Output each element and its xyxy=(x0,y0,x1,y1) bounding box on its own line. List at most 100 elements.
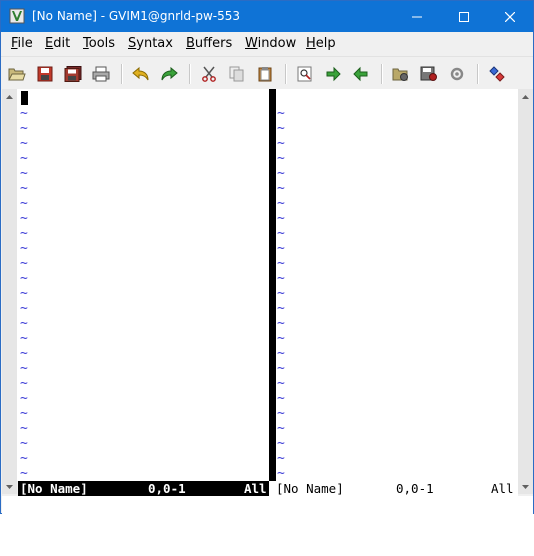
save-all-icon xyxy=(64,66,82,82)
menu-syntax[interactable]: Syntax xyxy=(128,36,173,52)
copy-button[interactable] xyxy=(227,64,247,84)
menu-bar: File Edit Tools Syntax Buffers Window He… xyxy=(1,32,533,56)
toolbar-separator xyxy=(381,64,383,84)
empty-line-tilde: ~ xyxy=(20,436,28,451)
save-all-button[interactable] xyxy=(63,64,83,84)
empty-line-tilde: ~ xyxy=(277,211,285,226)
empty-line-tilde: ~ xyxy=(277,376,285,391)
menu-help[interactable]: Help xyxy=(306,36,336,52)
menu-edit[interactable]: Edit xyxy=(45,36,70,52)
right-status-line[interactable]: [No Name] 0,0-1 All xyxy=(269,481,518,496)
left-editor-pane[interactable]: ~ ~ ~ ~ ~ ~ ~ ~ ~ ~ ~ ~ ~ ~ ~ ~ ~ ~ ~ ~ ~ ~ ~ ~ ~ xyxy=(17,89,269,481)
gvim-window: [No Name] - GVIM1@gnrld-pw-553 File Edit… xyxy=(0,0,534,514)
right-editor-pane[interactable]: ~ ~ ~ ~ ~ ~ ~ ~ ~ ~ ~ ~ ~ ~ ~ ~ ~ ~ ~ ~ ~ ~ ~ ~ ~ xyxy=(276,89,518,481)
copy-icon xyxy=(229,66,244,82)
paste-button[interactable] xyxy=(255,64,275,84)
gvim-icon xyxy=(9,8,25,24)
toolbar xyxy=(1,56,533,90)
find-previous-button[interactable] xyxy=(351,64,371,84)
open-button[interactable] xyxy=(7,64,27,84)
menu-buffers[interactable]: Buffers xyxy=(186,36,232,52)
minimize-button[interactable] xyxy=(394,1,440,32)
print-button[interactable] xyxy=(91,64,111,84)
load-session-button[interactable] xyxy=(391,64,411,84)
find-replace-icon xyxy=(297,66,312,82)
empty-line-tilde: ~ xyxy=(277,466,285,481)
empty-line-tilde: ~ xyxy=(277,256,285,271)
right-status-filename: [No Name] xyxy=(276,481,344,496)
make-icon xyxy=(489,66,505,82)
load-session-icon xyxy=(392,68,408,81)
left-status-position: 0,0-1 xyxy=(148,481,186,496)
print-icon xyxy=(92,66,110,82)
empty-line-tilde: ~ xyxy=(20,106,28,121)
empty-line-tilde: ~ xyxy=(20,391,28,406)
empty-line-tilde: ~ xyxy=(20,286,28,301)
empty-line-tilde: ~ xyxy=(277,361,285,376)
find-previous-icon xyxy=(353,66,368,82)
empty-line-tilde: ~ xyxy=(20,376,28,391)
empty-line-tilde: ~ xyxy=(20,136,28,151)
empty-line-tilde: ~ xyxy=(277,346,285,361)
empty-line-tilde: ~ xyxy=(20,346,28,361)
empty-line-tilde: ~ xyxy=(277,421,285,436)
menu-file[interactable]: File xyxy=(11,36,33,52)
close-button[interactable] xyxy=(487,1,533,32)
make-button[interactable] xyxy=(487,64,507,84)
menu-tools[interactable]: Tools xyxy=(83,36,115,52)
save-session-button[interactable] xyxy=(419,64,439,84)
command-line[interactable] xyxy=(2,496,533,514)
find-next-icon xyxy=(326,66,341,82)
scroll-up-arrow[interactable] xyxy=(518,89,533,104)
scroll-down-arrow[interactable] xyxy=(2,479,17,494)
run-script-button[interactable] xyxy=(447,64,467,84)
empty-line-tilde: ~ xyxy=(20,181,28,196)
empty-line-tilde: ~ xyxy=(277,451,285,466)
empty-line-tilde: ~ xyxy=(277,136,285,151)
redo-button[interactable] xyxy=(159,64,179,84)
find-next-button[interactable] xyxy=(323,64,343,84)
scroll-up-arrow[interactable] xyxy=(2,89,17,104)
menu-window[interactable]: Window xyxy=(245,36,296,52)
empty-line-tilde: ~ xyxy=(277,271,285,286)
find-replace-button[interactable] xyxy=(295,64,315,84)
empty-line-tilde: ~ xyxy=(277,436,285,451)
empty-line-tilde: ~ xyxy=(20,196,28,211)
redo-icon xyxy=(161,66,178,81)
text-cursor xyxy=(21,91,28,105)
left-scrollbar[interactable] xyxy=(2,89,17,494)
empty-line-tilde: ~ xyxy=(20,151,28,166)
cut-icon xyxy=(202,66,216,82)
empty-line-tilde: ~ xyxy=(20,271,28,286)
open-icon xyxy=(8,68,26,81)
left-status-scroll: All xyxy=(244,481,267,496)
title-bar[interactable]: [No Name] - GVIM1@gnrld-pw-553 xyxy=(1,1,533,32)
vertical-split-separator[interactable] xyxy=(269,89,276,481)
cut-button[interactable] xyxy=(199,64,219,84)
empty-line-tilde: ~ xyxy=(277,166,285,181)
right-scrollbar[interactable] xyxy=(518,89,533,494)
empty-line-tilde: ~ xyxy=(277,121,285,136)
empty-line-tilde: ~ xyxy=(20,466,28,481)
empty-line-tilde: ~ xyxy=(277,181,285,196)
save-button[interactable] xyxy=(35,64,55,84)
triangle-down-icon xyxy=(6,484,13,489)
save-icon xyxy=(37,66,53,82)
window-title: [No Name] - GVIM1@gnrld-pw-553 xyxy=(32,9,240,23)
empty-line-tilde: ~ xyxy=(277,196,285,211)
empty-line-tilde: ~ xyxy=(20,121,28,136)
save-session-icon xyxy=(420,66,437,81)
empty-line-tilde: ~ xyxy=(20,316,28,331)
maximize-button[interactable] xyxy=(441,1,487,32)
undo-button[interactable] xyxy=(131,64,151,84)
empty-line-tilde: ~ xyxy=(277,406,285,421)
undo-icon xyxy=(132,66,149,81)
close-icon xyxy=(505,11,515,22)
empty-line-tilde: ~ xyxy=(277,391,285,406)
empty-line-tilde: ~ xyxy=(20,406,28,421)
empty-line-tilde: ~ xyxy=(20,211,28,226)
left-status-line[interactable]: [No Name] 0,0-1 All xyxy=(18,481,269,496)
toolbar-separator xyxy=(477,64,479,84)
scroll-down-arrow[interactable] xyxy=(518,479,533,494)
toolbar-separator xyxy=(189,64,191,84)
